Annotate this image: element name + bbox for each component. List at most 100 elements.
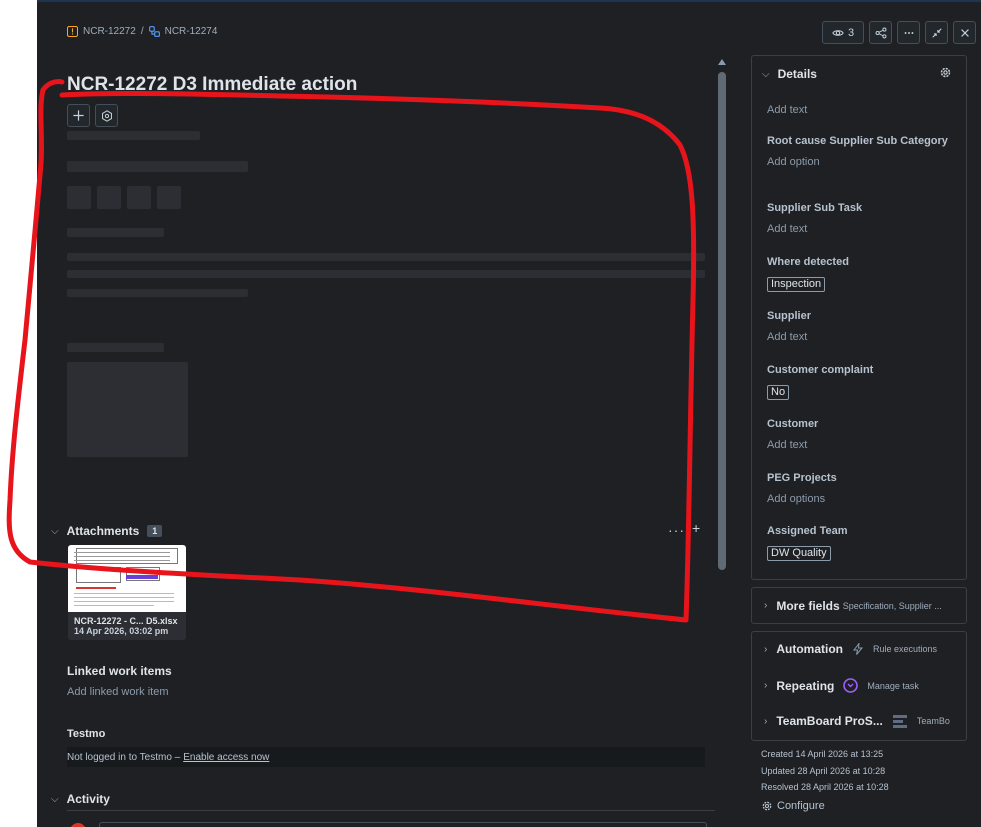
testmo-heading: Testmo [67,728,106,740]
repeating-sub: Manage task [867,680,919,691]
more-fields-section[interactable]: › More fields Specification, Supplier ..… [751,587,967,624]
resolved-date: Resolved 28 April 2026 at 10:28 [761,782,889,792]
attachments-add-icon[interactable]: + [692,520,700,536]
field-peg-projects: PEG Projects Add options [767,471,957,505]
skeleton-line [67,228,164,237]
more-fields-summary: Specification, Supplier ... [842,600,942,611]
skeleton-line [67,289,248,297]
apps-button[interactable] [95,104,118,127]
field-customer-complaint: Customer complaint No [767,363,957,400]
teamboard-row[interactable]: › TeamBoard ProS... TeamBo [764,714,950,728]
repeating-row[interactable]: › Repeating Manage task [764,678,919,693]
field-tag[interactable]: DW Quality [767,546,831,561]
testmo-banner: Not logged in to Testmo – Enable access … [67,747,705,767]
close-icon [960,28,969,37]
skeleton-line [67,343,164,352]
lightning-icon [852,643,864,655]
close-button[interactable] [953,21,976,44]
issue-modal: NCR-12272 / NCR-12274 3 NCR-12272 D3 Imm… [37,0,981,827]
more-fields-label: More fields [776,598,840,613]
skeleton-block [67,362,188,457]
attachment-card[interactable]: NCR-12272 - C... D5.xlsx 14 Apr 2026, 03… [68,545,186,640]
field-tag[interactable]: No [767,385,790,400]
field-value[interactable]: Add text [767,439,957,451]
attachments-header[interactable]: ⌵ Attachments 1 [51,524,163,538]
header-actions: 3 [822,21,976,44]
teamboard-sub: TeamBo [916,716,950,726]
ncr-type-icon [67,26,78,37]
enable-access-link[interactable]: Enable access now [183,752,269,763]
field-root-cause-supplier-sub-category: Root cause Supplier Sub Category Add opt… [767,134,957,168]
field-value[interactable]: Add text [767,331,957,343]
chevron-right-icon: › [764,680,768,691]
field-tag[interactable]: Inspection [767,277,826,292]
field-value[interactable]: Add text [767,104,957,116]
scrollbar-thumb[interactable] [718,72,726,570]
chevron-down-icon: ⌵ [51,525,59,537]
subtask-type-icon [148,26,160,37]
watch-button[interactable]: 3 [822,21,864,44]
more-actions-button[interactable] [897,21,920,44]
testmo-message: Not logged in to Testmo – [67,751,181,763]
top-border [37,0,981,2]
skeleton-line [67,270,705,278]
share-icon [875,27,886,38]
avatar [70,823,86,827]
skeleton-line [67,161,248,172]
activity-header[interactable]: ⌵ Activity [51,792,110,806]
add-button[interactable] [67,104,90,127]
attachment-filename: NCR-12272 - C... D5.xlsx [74,616,178,626]
field-value[interactable]: Add text [767,223,957,235]
linked-work-items-heading: Linked work items [67,664,172,678]
issue-title[interactable]: NCR-12272 D3 Immediate action [67,74,357,96]
field-value[interactable]: Add options [767,493,957,505]
eye-icon [832,29,844,36]
chevron-down-icon: ⌵ [762,68,770,80]
share-button[interactable] [869,21,892,44]
breadcrumb-parent-link[interactable]: NCR-12272 [83,26,136,37]
gear-icon [762,801,772,811]
minimize-button[interactable] [925,21,948,44]
apps-section: › Automation Rule executions › Repeating… [751,631,967,741]
scroll-up-arrow[interactable] [718,59,726,65]
skeleton-block [97,186,121,209]
add-linked-work-item[interactable]: Add linked work item [67,686,169,698]
automation-row[interactable]: › Automation Rule executions [764,642,937,656]
field-customer: Customer Add text [767,417,957,451]
field-label: Customer complaint [767,364,874,376]
activity-label: Activity [66,792,110,806]
teamboard-label: TeamBoard ProS... [776,714,883,728]
attachments-more-icon[interactable]: ··· [668,522,685,538]
hexagon-icon [101,109,112,122]
left-margin [0,0,37,827]
gear-icon[interactable] [939,66,952,79]
minimize-icon [931,27,942,38]
field-label: Root cause Supplier Sub Category [767,135,948,147]
breadcrumb-child-link[interactable]: NCR-12274 [165,26,218,37]
field-value[interactable]: Add option [767,156,957,168]
teamboard-icon [892,715,907,728]
configure-button[interactable]: Configure [761,800,825,812]
field-supplier-sub-task: Supplier Sub Task Add text [767,201,957,235]
created-date: Created 14 April 2026 at 13:25 [761,749,884,759]
comment-input[interactable] [99,822,707,827]
attachment-date: 14 Apr 2026, 03:02 pm [74,626,169,636]
skeleton-block [127,186,151,209]
details-label: Details [777,67,817,81]
chevron-down-icon: ⌵ [51,793,59,805]
breadcrumb-separator: / [140,26,144,37]
plus-icon [73,110,84,121]
details-header[interactable]: ⌵ Details [762,67,817,81]
title-toolbar [67,104,118,127]
field-assigned-team: Assigned Team DW Quality [767,524,957,561]
field-top: Add text [767,96,957,116]
attachments-label: Attachments [66,524,140,538]
field-where-detected: Where detected Inspection [767,255,957,292]
field-label: PEG Projects [767,472,837,484]
chevron-right-icon: › [764,715,768,727]
field-label: Where detected [767,256,849,268]
skeleton-block [67,186,91,209]
field-supplier: Supplier Add text [767,309,957,343]
field-label: Customer [767,418,819,430]
skeleton-line [67,131,200,140]
